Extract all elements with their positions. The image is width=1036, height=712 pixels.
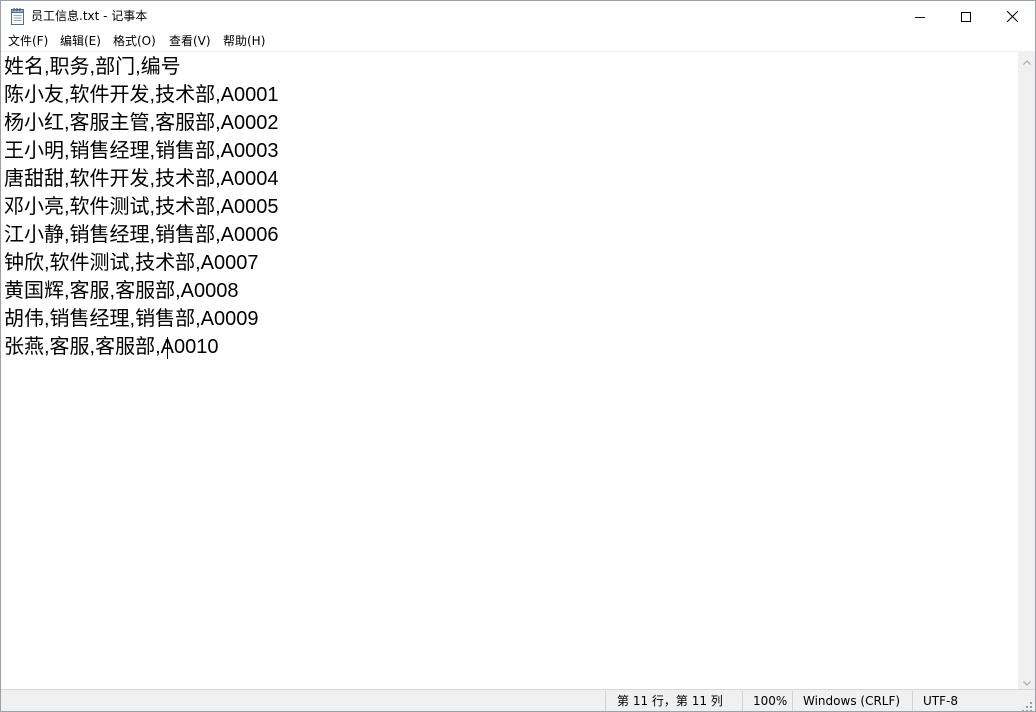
close-icon <box>1006 7 1018 26</box>
menu-edit[interactable]: 编辑(E) <box>60 33 101 49</box>
menu-help[interactable]: 帮助(H) <box>223 33 265 49</box>
text-line: 江小静,销售经理,销售部,A0006 <box>4 224 279 246</box>
menu-view[interactable]: 查看(V) <box>169 33 211 49</box>
maximize-icon <box>961 7 971 26</box>
text-editor[interactable]: 姓名,职务,部门,编号 陈小友,软件开发,技术部,A0001 杨小红,客服主管,… <box>1 51 1018 690</box>
encoding: UTF-8 <box>923 694 958 708</box>
status-divider <box>605 691 606 711</box>
text-line: 胡伟,销售经理,销售部,A0009 <box>4 308 259 330</box>
text-line: 王小明,销售经理,销售部,A0003 <box>4 140 279 162</box>
text-line: 姓名,职务,部门,编号 <box>4 56 181 78</box>
status-bar: 第 11 行，第 11 列 100% Windows (CRLF) UTF-8 <box>1 689 1035 711</box>
status-divider <box>912 691 913 711</box>
text-line: 陈小友,软件开发,技术部,A0001 <box>4 84 279 106</box>
minimize-icon <box>915 7 925 26</box>
title-bar[interactable]: 员工信息.txt - 记事本 <box>1 1 1035 31</box>
scroll-up-button[interactable] <box>1018 51 1035 68</box>
text-line: 杨小红,客服主管,客服部,A0002 <box>4 112 279 134</box>
notepad-window: 员工信息.txt - 记事本 文件(F) 编辑(E) 格式(O) 查看(V) 帮… <box>0 0 1036 712</box>
close-button[interactable] <box>989 1 1035 31</box>
menu-format[interactable]: 格式(O) <box>113 33 156 49</box>
chevron-down-icon <box>1022 671 1031 690</box>
menu-bar: 文件(F) 编辑(E) 格式(O) 查看(V) 帮助(H) <box>1 31 1035 51</box>
status-divider <box>742 691 743 711</box>
scroll-down-button[interactable] <box>1018 672 1035 689</box>
resize-grip-icon[interactable] <box>1021 698 1033 711</box>
status-divider <box>792 691 793 711</box>
vertical-scrollbar[interactable] <box>1018 51 1035 689</box>
text-caret <box>167 337 168 359</box>
window-title: 员工信息.txt - 记事本 <box>31 9 148 23</box>
cursor-position: 第 11 行，第 11 列 <box>617 694 723 708</box>
notepad-icon <box>11 8 25 25</box>
text-line: 黄国辉,客服,客服部,A0008 <box>4 280 239 302</box>
chevron-up-icon <box>1022 50 1031 69</box>
text-line: 钟欣,软件测试,技术部,A0007 <box>4 252 259 274</box>
line-ending: Windows (CRLF) <box>803 694 901 708</box>
minimize-button[interactable] <box>897 1 943 31</box>
menu-file[interactable]: 文件(F) <box>8 33 48 49</box>
text-line: 张燕,客服,客服部,A0010 <box>4 336 219 358</box>
zoom-level: 100% <box>753 694 788 708</box>
maximize-button[interactable] <box>943 1 989 31</box>
text-line: 邓小亮,软件测试,技术部,A0005 <box>4 196 279 218</box>
text-line: 唐甜甜,软件开发,技术部,A0004 <box>4 168 279 190</box>
